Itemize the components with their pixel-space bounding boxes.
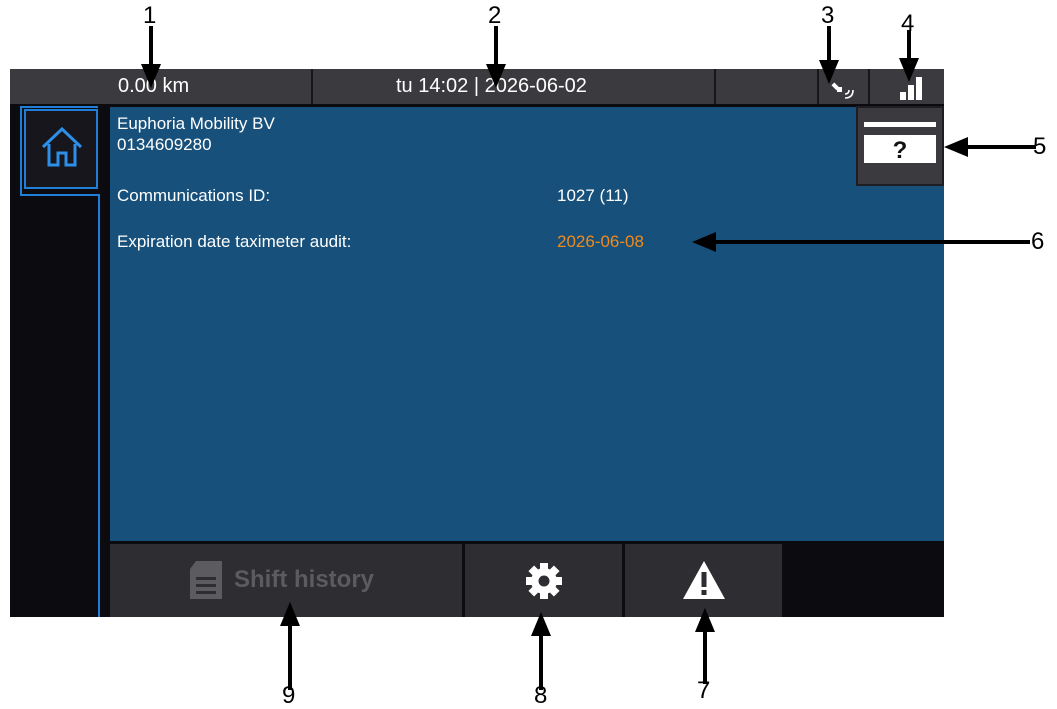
callout-number: 8 (534, 682, 548, 709)
callout-number: 2 (488, 2, 502, 29)
callout-number: 3 (821, 2, 835, 29)
callout-number: 5 (1033, 133, 1047, 160)
callout-arrows (141, 26, 1036, 690)
callout-number: 6 (1031, 228, 1045, 255)
callout-number: 7 (697, 677, 711, 704)
callout-number: 1 (143, 2, 157, 29)
callout-number: 9 (282, 682, 296, 709)
callout-number: 4 (901, 10, 915, 37)
